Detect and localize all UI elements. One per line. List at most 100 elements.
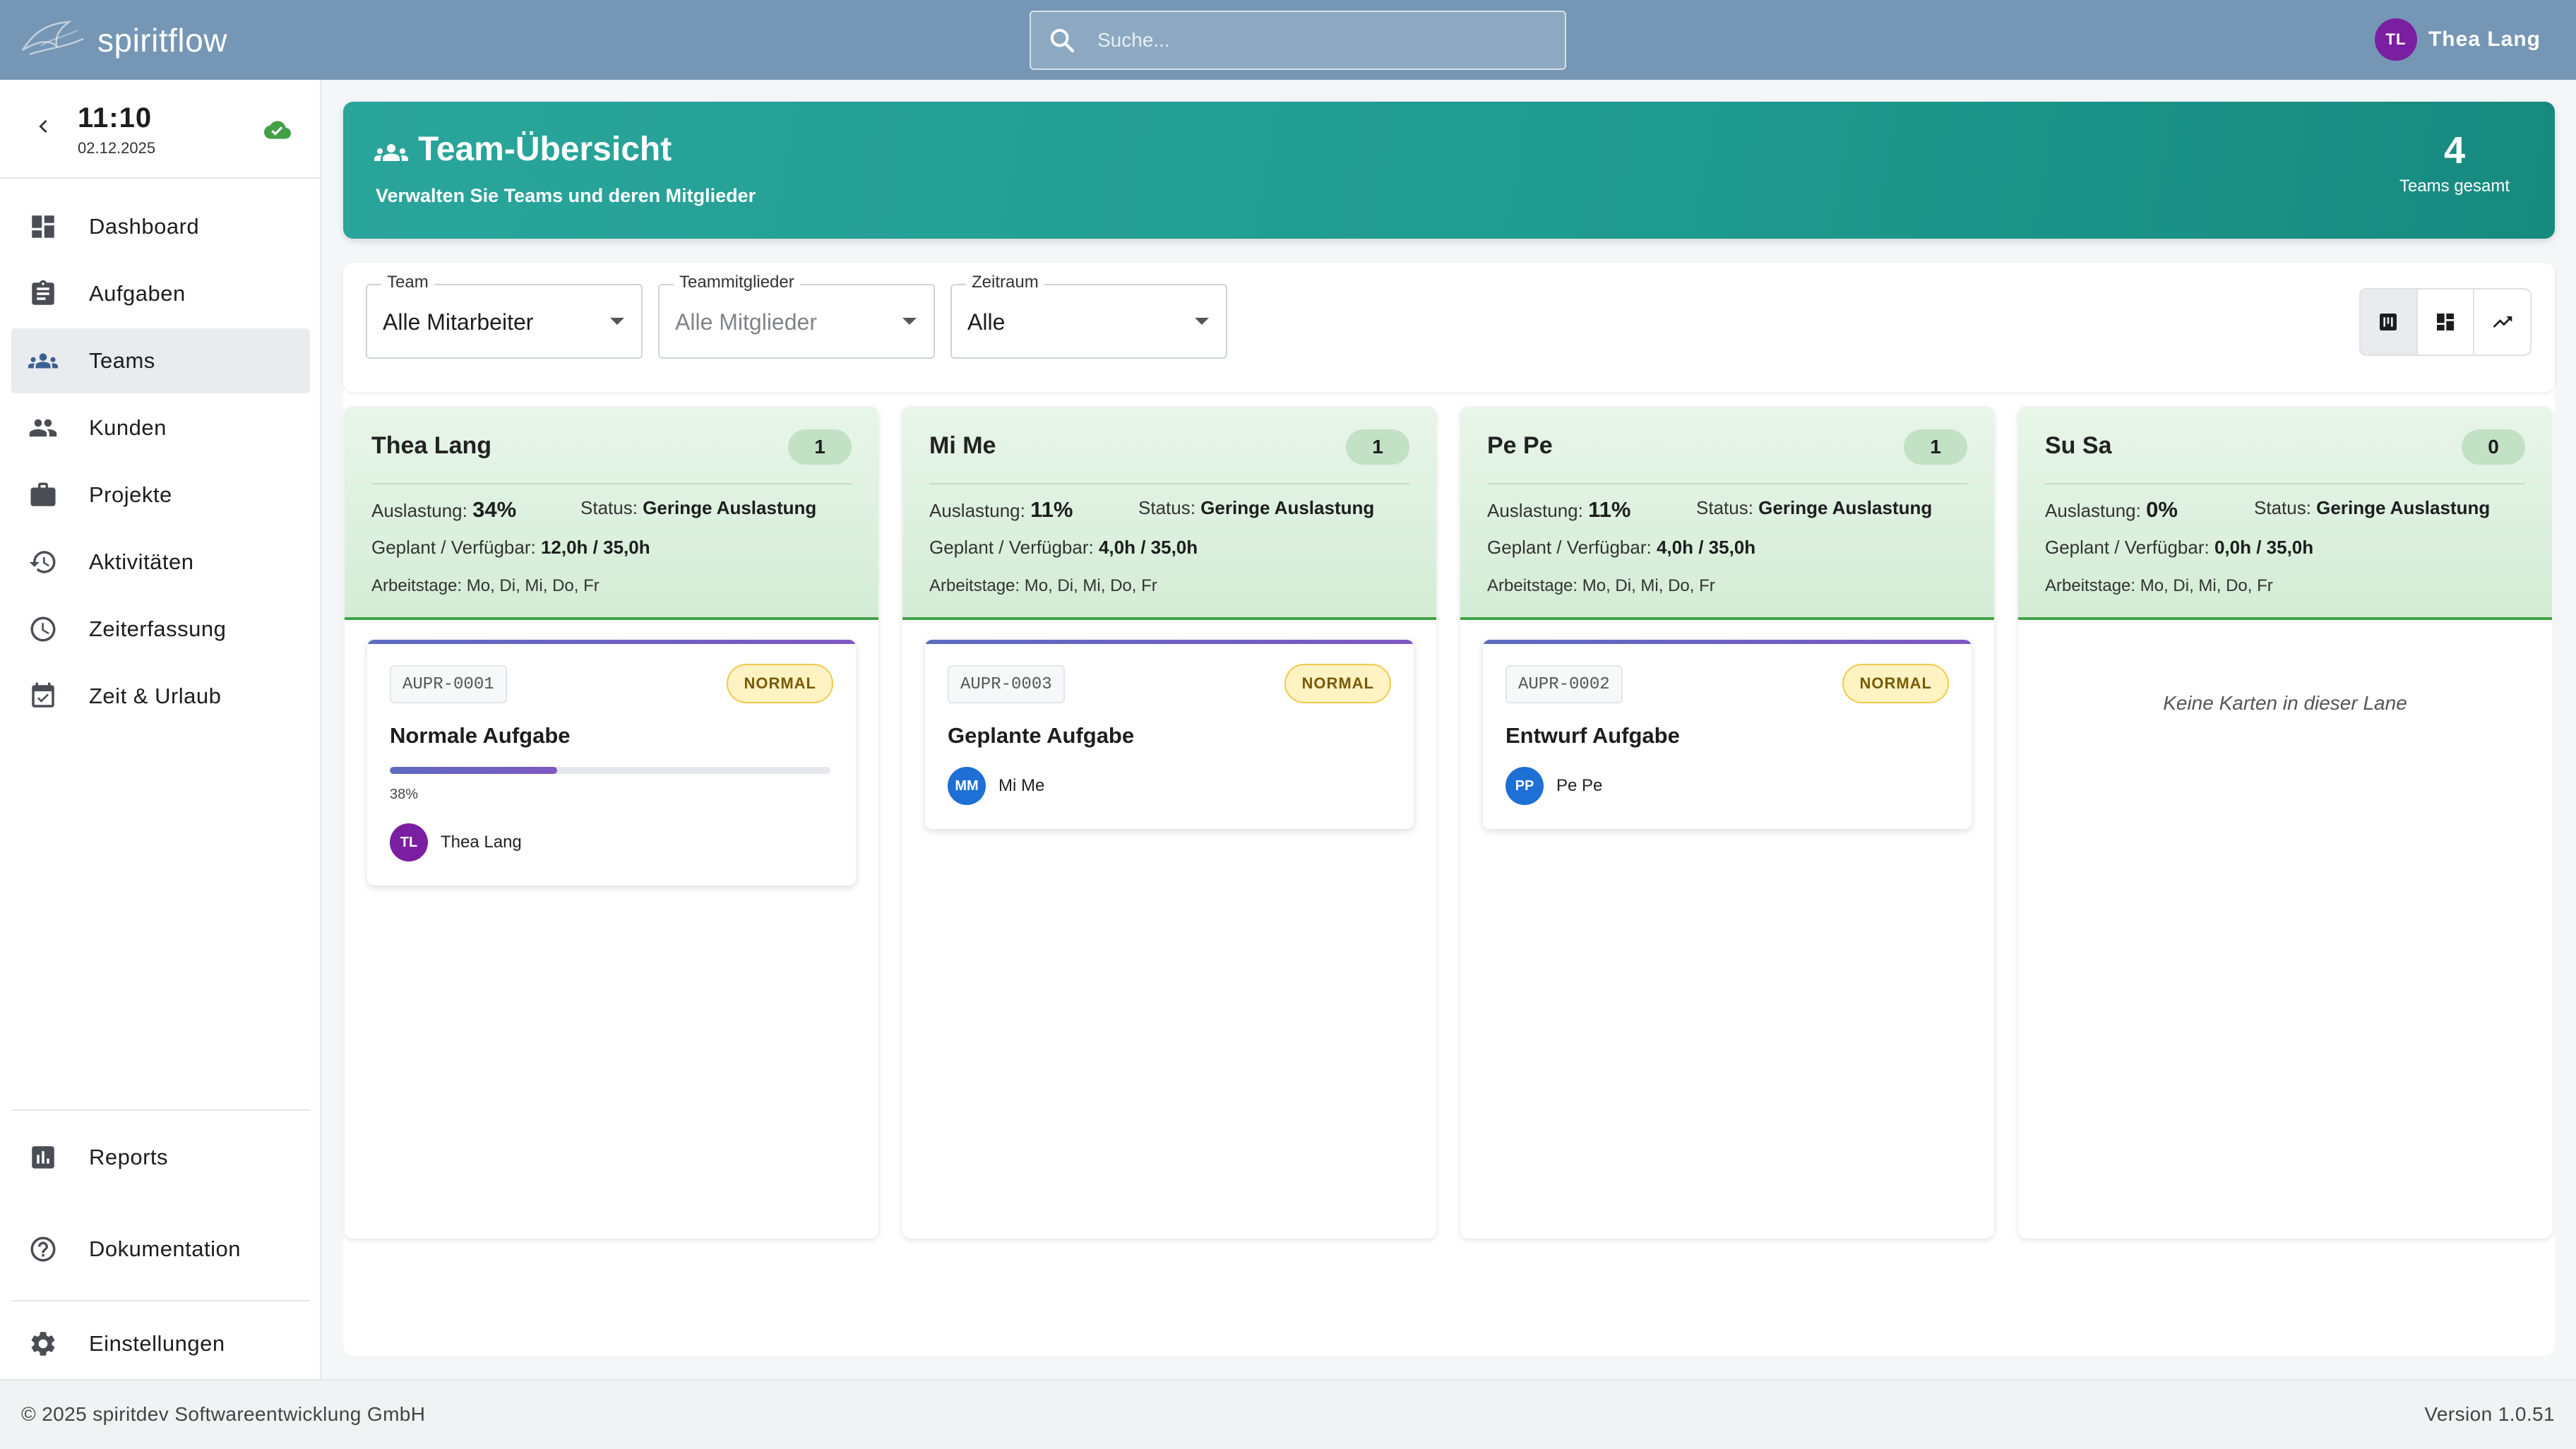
trend-view-button[interactable] <box>2474 290 2530 354</box>
team-lane: Thea Lang 1 Auslastung: 34% Status: Gerin… <box>345 407 878 1239</box>
plan-label: Geplant / Verfügbar: <box>1487 537 1652 558</box>
lane-plan-row: Geplant / Verfügbar: 12,0h / 35,0h <box>371 537 650 559</box>
load-value: 0% <box>2146 497 2178 522</box>
sidebar-item-label: Zeiterfassung <box>89 616 227 641</box>
teams-count-value: 4 <box>2443 129 2466 172</box>
clock-date: 02.12.2025 <box>78 139 156 157</box>
clock-icon <box>30 616 56 642</box>
clock-time: 11:10 <box>78 102 153 133</box>
status-value: Geringe Auslastung <box>2316 497 2491 518</box>
top-bar: spiritflow TL Thea Lang <box>0 0 2576 80</box>
view-toggle <box>2359 288 2532 356</box>
brand[interactable]: spiritflow <box>20 18 227 63</box>
lane-days-row: Arbeitstage: Mo, Di, Mi, Do, Fr <box>371 576 600 596</box>
grid-view-button[interactable] <box>2418 290 2475 354</box>
days-label: Arbeitstage: <box>2045 576 2136 595</box>
team-lane: Pe Pe 1 Auslastung: 11% Status: Geringe A… <box>1460 407 1994 1239</box>
chevron-left-icon[interactable] <box>34 117 54 136</box>
sidebar-item-label: Zeit & Urlaub <box>89 684 222 708</box>
team-select[interactable]: Team Alle Mitarbeiter <box>366 273 643 359</box>
kanban-icon <box>2380 314 2397 330</box>
sidebar: 11:10 02.12.2025 Dashboard Aufgaben Team… <box>0 80 321 1379</box>
sidebar-divider <box>11 1109 310 1111</box>
card-accent <box>925 640 1414 644</box>
search-input[interactable] <box>1097 29 1549 52</box>
task-title: Normale Aufgabe <box>390 723 571 748</box>
plan-label: Geplant / Verfügbar: <box>929 537 1094 558</box>
days-value: Mo, Di, Mi, Do, Fr <box>1024 576 1157 595</box>
status-value: Geringe Auslastung <box>1200 497 1375 518</box>
team-icon <box>374 144 408 161</box>
plan-label: Geplant / Verfügbar: <box>2045 537 2210 558</box>
lane-title: Mi Me <box>929 432 996 459</box>
period-select[interactable]: Zeitraum Alle <box>950 273 1227 359</box>
lane-header: Su Sa 0 Auslastung: 0% Status: Geringe Au… <box>2018 407 2552 620</box>
lane-title: Thea Lang <box>371 432 492 459</box>
lane-header: Thea Lang 1 Auslastung: 34% Status: Gerin… <box>345 407 878 620</box>
lane-load-row: Auslastung: 0% Status: Geringe Auslastung <box>2045 497 2490 523</box>
avatar[interactable]: TL <box>2374 18 2417 61</box>
lane-count-badge: 0 <box>2462 429 2525 465</box>
sidebar-item-reports[interactable]: Reports <box>11 1125 310 1190</box>
teams-count: 4 Teams gesamt <box>2384 129 2525 196</box>
team-lane: Mi Me 1 Auslastung: 11% Status: Geringe A… <box>902 407 1436 1239</box>
sidebar-item-aufgaben[interactable]: Aufgaben <box>11 261 310 326</box>
days-label: Arbeitstage: <box>929 576 1020 595</box>
dashboard-icon <box>32 215 54 238</box>
lane-load-row: Auslastung: 11% Status: Geringe Auslastun… <box>1487 497 1932 523</box>
user-menu[interactable]: TL Thea Lang <box>2374 18 2541 61</box>
search-box[interactable] <box>1030 11 1566 70</box>
sidebar-item-label: Dashboard <box>89 214 200 239</box>
sidebar-item-label: Reports <box>89 1145 169 1169</box>
days-value: Mo, Di, Mi, Do, Fr <box>1582 576 1715 595</box>
sidebar-item-label: Kunden <box>89 415 167 440</box>
task-card[interactable]: AUPR-0003 NORMAL Geplante Aufgabe MM Mi … <box>925 640 1414 829</box>
sidebar-item-dokumentation[interactable]: Dokumentation <box>11 1217 310 1282</box>
team-icon <box>28 353 58 369</box>
kanban-view-button[interactable] <box>2361 290 2418 354</box>
briefcase-icon <box>30 482 56 506</box>
user-name[interactable]: Thea Lang <box>2428 28 2541 52</box>
task-card[interactable]: AUPR-0002 NORMAL Entwurf Aufgabe PP Pe P… <box>1483 640 1972 829</box>
sidebar-item-zeiterfassung[interactable]: Zeiterfassung <box>11 597 310 662</box>
lane-header: Mi Me 1 Auslastung: 11% Status: Geringe A… <box>902 407 1436 620</box>
sidebar-item-zeit-urlaub[interactable]: Zeit & Urlaub <box>11 664 310 729</box>
sidebar-item-projekte[interactable]: Projekte <box>11 463 310 527</box>
sidebar-item-einstellungen[interactable]: Einstellungen <box>11 1311 310 1376</box>
task-code: AUPR-0003 <box>948 665 1065 703</box>
lane-divider <box>1487 483 1967 484</box>
sidebar-item-label: Dokumentation <box>89 1236 242 1261</box>
task-card[interactable]: AUPR-0001 NORMAL Normale Aufgabe 38% TL … <box>367 640 856 886</box>
sidebar-item-aktivitaeten[interactable]: Aktivitäten <box>11 530 310 595</box>
load-label: Auslastung: <box>929 500 1025 521</box>
calendar-check-icon <box>32 682 54 708</box>
members-select[interactable]: Teammitglieder Alle Mitglieder <box>658 273 935 359</box>
people-icon <box>29 419 57 437</box>
lane-plan-row: Geplant / Verfügbar: 0,0h / 35,0h <box>2045 537 2313 559</box>
task-title: Entwurf Aufgabe <box>1505 723 1680 748</box>
teams-count-label: Teams gesamt <box>2399 177 2510 196</box>
progress-text: 38% <box>390 787 419 802</box>
bar-chart-icon <box>32 1146 54 1169</box>
card-accent <box>367 640 856 644</box>
sidebar-nav-settings: Einstellungen <box>11 1311 310 1378</box>
sidebar-item-label: Teams <box>89 348 155 373</box>
help-icon <box>30 1236 56 1262</box>
sidebar-item-kunden[interactable]: Kunden <box>11 395 310 460</box>
load-value: 34% <box>472 497 517 522</box>
sidebar-item-teams[interactable]: Teams <box>11 328 310 393</box>
lane-divider <box>929 483 1409 484</box>
days-label: Arbeitstage: <box>371 576 463 595</box>
load-label: Auslastung: <box>371 500 467 521</box>
days-value: Mo, Di, Mi, Do, Fr <box>466 576 600 595</box>
version: Version 1.0.51 <box>2424 1403 2555 1425</box>
members-select-label: Teammitglieder <box>674 273 800 292</box>
lane-plan-row: Geplant / Verfügbar: 4,0h / 35,0h <box>1487 537 1755 559</box>
clipboard-icon <box>32 280 54 305</box>
assignee: TL Thea Lang <box>390 823 522 861</box>
grid-icon <box>2437 314 2454 330</box>
sidebar-item-dashboard[interactable]: Dashboard <box>11 194 310 259</box>
task-code: AUPR-0002 <box>1505 665 1623 703</box>
sidebar-item-label: Aufgaben <box>89 281 186 306</box>
gear-icon <box>31 1332 55 1356</box>
